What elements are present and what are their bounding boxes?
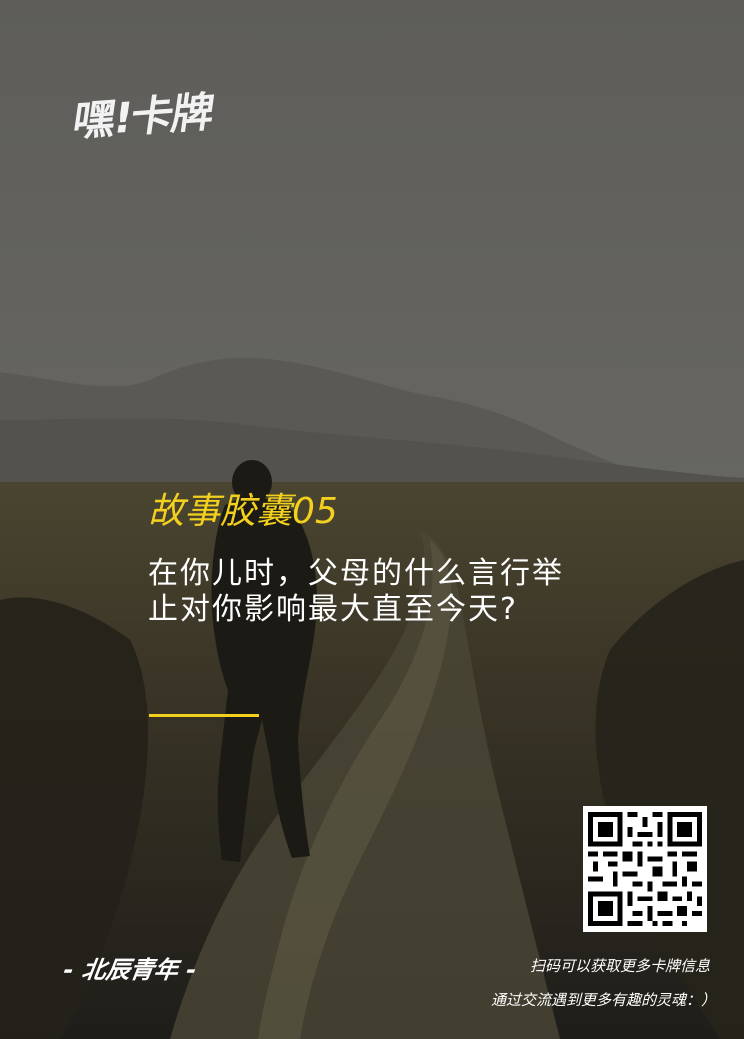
- scan-instruction: 扫码可以获取更多卡牌信息: [529, 957, 710, 975]
- scan-tagline: 通过交流遇到更多有趣的灵魂：）: [490, 991, 716, 1009]
- qr-code[interactable]: [583, 806, 707, 932]
- brand-logo: 嘿!卡牌: [69, 87, 216, 146]
- qr-code-icon: [583, 807, 707, 931]
- divider: [149, 714, 259, 717]
- capsule-title: 故事胶囊05: [148, 491, 338, 532]
- question-text: 在你儿时，父母的什么言行举止对你影响最大直至今天?: [148, 556, 564, 627]
- footer-brand: - 北辰青年 -: [61, 956, 199, 984]
